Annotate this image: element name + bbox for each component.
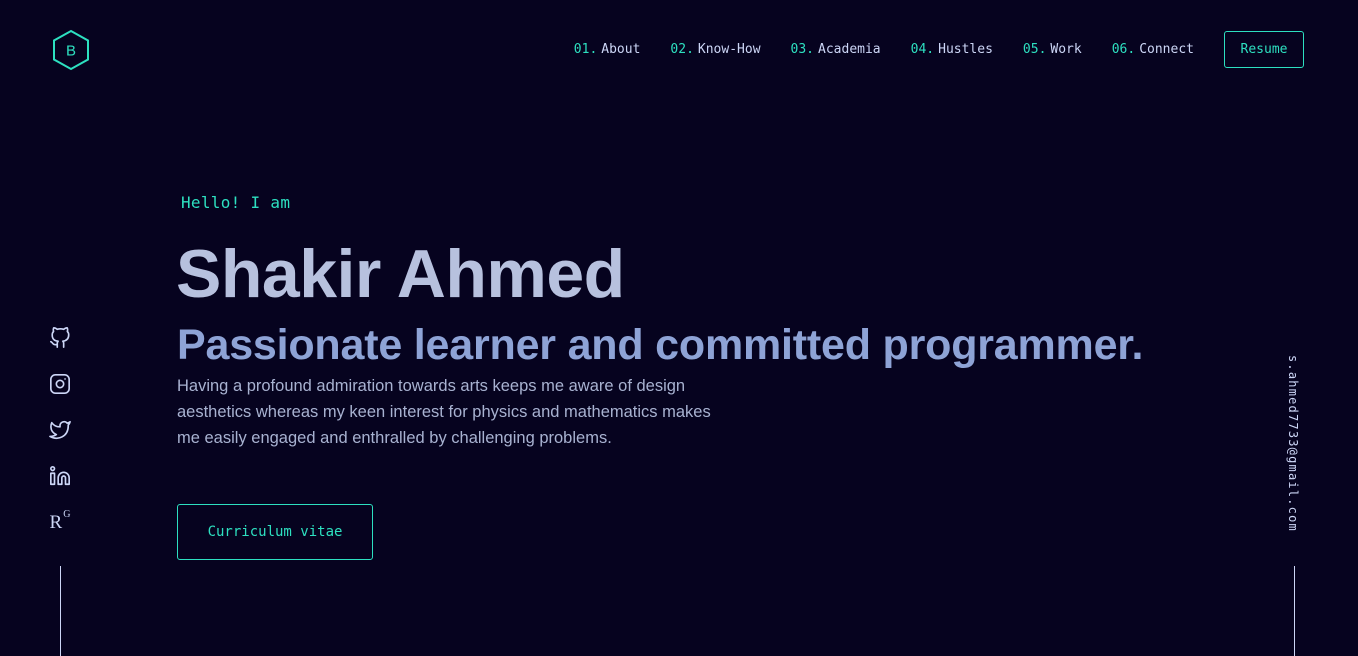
main-nav: 01. About 02. Know-How 03. Academia 04. Hust… xyxy=(574,30,1304,69)
nav-number: 01. xyxy=(573,42,598,57)
email-link[interactable]: s.ahmed7733@gmail.com xyxy=(1286,355,1300,532)
nav-number: 04. xyxy=(910,42,935,57)
instagram-link[interactable] xyxy=(47,371,73,397)
nav-number: 05. xyxy=(1022,42,1047,57)
nav-item-connect[interactable]: 06. Connect xyxy=(1112,42,1194,57)
nav-label: Academia xyxy=(818,42,881,57)
nav-number: 06. xyxy=(1111,42,1136,57)
nav-number: 03. xyxy=(790,42,815,57)
nav-number: 02. xyxy=(670,42,694,57)
right-sidebar-line xyxy=(1294,566,1295,656)
nav-label: Hustles xyxy=(938,42,993,57)
social-links: RG xyxy=(47,325,73,555)
nav-item-know-how[interactable]: 02. Know-How xyxy=(670,42,760,57)
nav-label: Know-How xyxy=(697,42,761,57)
hero-greeting: Hello! I am xyxy=(181,193,291,212)
hero-tagline: Passionate learner and committed program… xyxy=(177,321,1144,369)
nav-item-work[interactable]: 05. Work xyxy=(1023,42,1082,57)
github-link[interactable] xyxy=(47,325,73,351)
twitter-icon xyxy=(49,420,71,440)
logo-letter: B xyxy=(66,43,76,60)
logo[interactable]: B xyxy=(51,29,91,71)
nav-item-academia[interactable]: 03. Academia xyxy=(791,42,881,57)
github-icon xyxy=(50,327,70,348)
nav-item-about[interactable]: 01. About xyxy=(574,42,641,57)
nav-label: Connect xyxy=(1139,42,1194,57)
hexagon-logo-icon: B xyxy=(53,29,89,71)
nav-item-hustles[interactable]: 04. Hustles xyxy=(911,42,993,57)
curriculum-vitae-button[interactable]: Curriculum vitae xyxy=(177,504,373,560)
linkedin-link[interactable] xyxy=(47,463,73,489)
instagram-icon xyxy=(50,374,70,394)
researchgate-link[interactable]: RG xyxy=(47,509,73,535)
nav-label: Work xyxy=(1050,42,1082,57)
hero-description: Having a profound admiration towards art… xyxy=(177,377,711,447)
linkedin-icon xyxy=(50,466,70,486)
twitter-link[interactable] xyxy=(47,417,73,443)
hero-name: Shakir Ahmed xyxy=(176,236,625,312)
resume-button[interactable]: Resume xyxy=(1224,31,1304,68)
left-sidebar-line xyxy=(60,566,61,656)
nav-label: About xyxy=(601,42,641,57)
researchgate-icon: RG xyxy=(49,509,71,533)
